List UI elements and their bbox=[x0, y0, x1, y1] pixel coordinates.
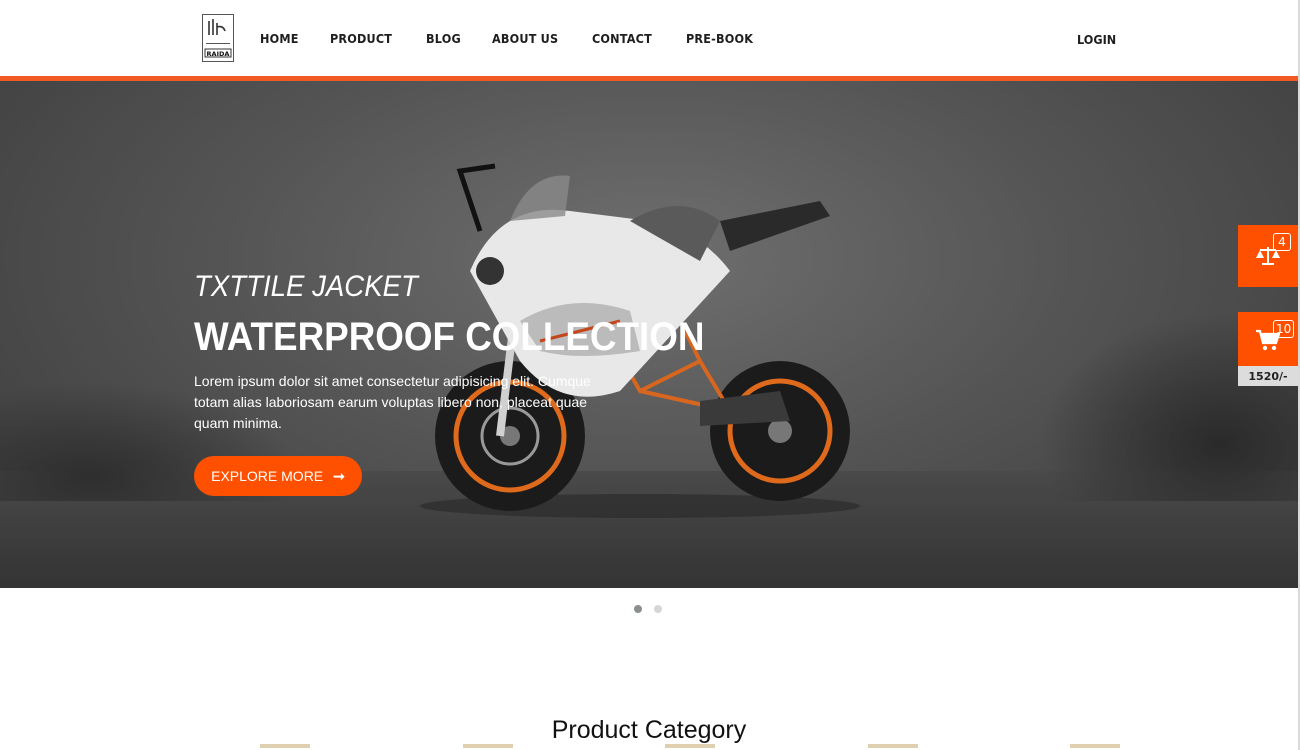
category-thumbnails-peek bbox=[260, 744, 1120, 750]
compare-widget[interactable]: 4 bbox=[1238, 225, 1298, 287]
nav-about-us[interactable]: ABOUT US bbox=[492, 31, 558, 46]
carousel-indicators bbox=[634, 605, 662, 613]
nav-blog[interactable]: BLOG bbox=[426, 31, 461, 46]
hero-banner: TXTTILE JACKET WATERPROOF COLLECTION Lor… bbox=[0, 81, 1298, 588]
category-thumb bbox=[665, 744, 715, 748]
logo-text: RAIDA bbox=[207, 50, 230, 58]
nav-contact[interactable]: CONTACT bbox=[592, 31, 652, 46]
category-thumb bbox=[1070, 744, 1120, 748]
category-thumb bbox=[867, 744, 918, 748]
product-category-heading: Product Category bbox=[551, 716, 747, 744]
hero-description: Lorem ipsum dolor sit amet consectetur a… bbox=[194, 373, 591, 431]
carousel-dot-1[interactable] bbox=[634, 605, 642, 613]
site-header: RAIDA HOME PRODUCT BLOG ABOUT US CONTACT… bbox=[0, 0, 1298, 76]
cart-count-badge: 10 bbox=[1273, 320, 1295, 338]
login-link[interactable]: LOGIN bbox=[1077, 32, 1116, 47]
cart-widget[interactable]: 10 bbox=[1238, 312, 1298, 366]
nav-product[interactable]: PRODUCT bbox=[330, 31, 392, 46]
main-nav: HOME PRODUCT BLOG ABOUT US CONTACT PRE-B… bbox=[260, 31, 787, 46]
nav-home[interactable]: HOME bbox=[260, 31, 299, 46]
hero-title: WATERPROOF COLLECTION bbox=[194, 315, 705, 359]
category-thumb bbox=[260, 744, 310, 748]
compare-count-badge: 4 bbox=[1273, 233, 1291, 251]
hero-subtitle: TXTTILE JACKET bbox=[194, 270, 418, 303]
nav-pre-book[interactable]: PRE-BOOK bbox=[686, 31, 753, 46]
cart-total: 1520/- bbox=[1238, 366, 1298, 386]
explore-more-button[interactable]: EXPLORE MORE ➞ bbox=[194, 456, 362, 496]
arrow-right-icon: ➞ bbox=[333, 467, 345, 484]
carousel-dot-2[interactable] bbox=[654, 605, 662, 613]
explore-more-label: EXPLORE MORE bbox=[211, 468, 324, 484]
category-thumb bbox=[462, 744, 513, 748]
brand-logo[interactable]: RAIDA bbox=[202, 14, 234, 62]
